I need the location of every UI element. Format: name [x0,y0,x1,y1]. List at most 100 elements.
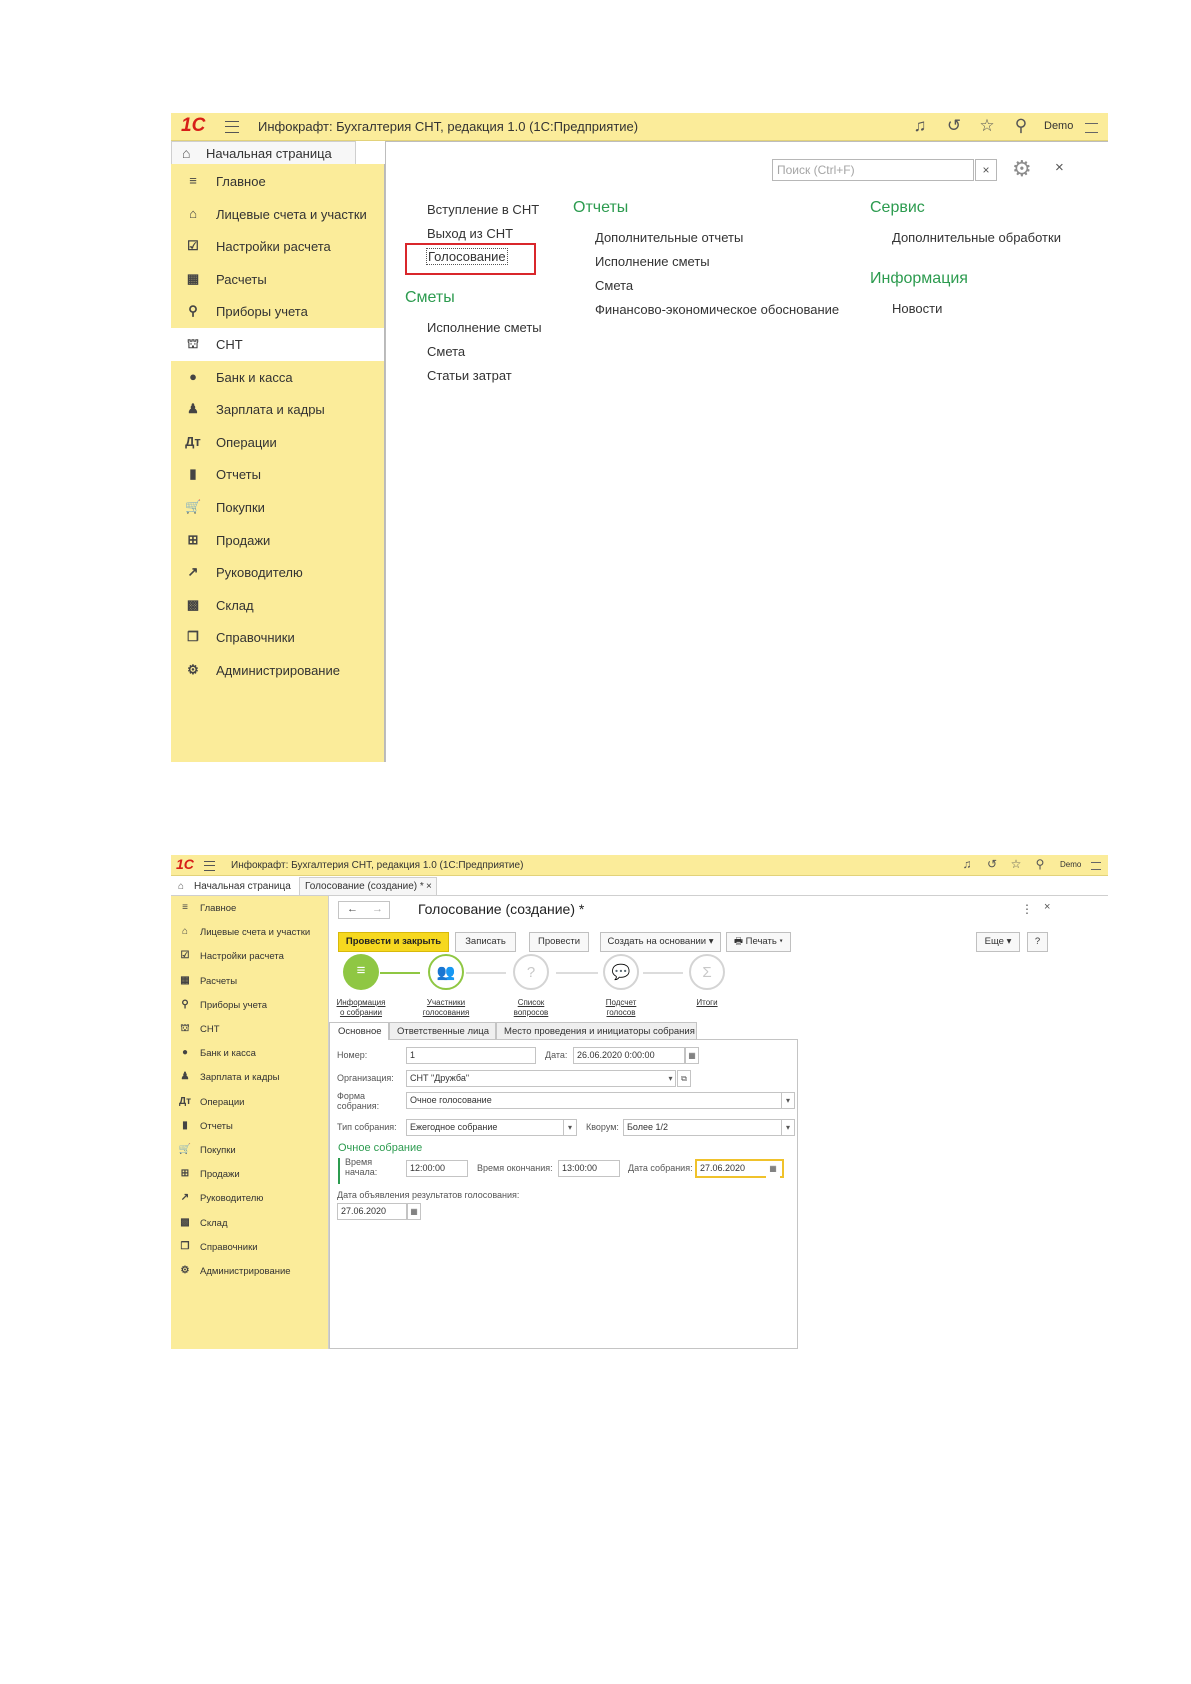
sidebar-item-3[interactable]: ▦ Расчеты [171,970,328,994]
link-dop-otchety[interactable]: Дополнительные отчеты [595,230,743,245]
dropdown-icon[interactable]: ▾ [666,1070,676,1087]
menu-icon[interactable] [1085,123,1098,133]
step-count-icon[interactable]: 💬 [603,954,639,990]
link-ispolnenie-smety[interactable]: Исполнение сметы [427,320,542,335]
print-button[interactable]: 🖶 Печать ▾ [726,932,791,952]
user-name[interactable]: Demo [1044,120,1073,132]
link-vstuplenie[interactable]: Вступление в СНТ [427,202,539,217]
dropdown-icon[interactable]: ▾ [781,1092,795,1109]
main-menu-icon[interactable] [225,121,239,133]
date-field[interactable]: 26.06.2020 0:00:00 [573,1047,685,1064]
sidebar-item-11[interactable]: ⊞ Продажи [171,1163,328,1187]
sidebar-item-6[interactable]: ● Банк и касса [171,361,384,394]
sidebar-item-8[interactable]: Дт Операции [171,1091,328,1115]
tab-place[interactable]: Место проведения и инициаторы собрания [496,1022,697,1040]
sidebar-item-13[interactable]: ▩ Склад [171,589,384,622]
step-participants-label[interactable]: Участники голосования [411,998,481,1018]
organization-field[interactable]: СНТ "Дружба" [406,1070,675,1087]
tab-voting[interactable]: Голосование (создание) * × [299,877,437,895]
end-time-field[interactable]: 13:00:00 [558,1160,620,1177]
step-count-label[interactable]: Подсчет голосов [586,998,656,1018]
user-name[interactable]: Demo [1060,860,1081,869]
sidebar-item-3[interactable]: ▦ Расчеты [171,263,384,296]
link-feo[interactable]: Финансово-экономическое обоснование [595,302,839,317]
sidebar-item-5[interactable]: ⛫ СНТ [171,1018,328,1042]
step-info-label[interactable]: Информация о собрании [326,998,396,1018]
open-icon[interactable]: ⧉ [677,1070,691,1087]
step-results-label[interactable]: Итоги [672,998,742,1008]
sidebar-item-12[interactable]: ↗ Руководителю [171,1187,328,1211]
more-icon[interactable]: ⋮ [1021,902,1033,916]
link-novosti[interactable]: Новости [892,301,942,316]
link-smeta[interactable]: Смета [427,344,465,359]
sidebar-item-4[interactable]: ⚲ Приборы учета [171,295,384,328]
search-input[interactable]: Поиск (Ctrl+F) [772,159,974,181]
close-icon[interactable]: × [1044,901,1050,913]
start-time-field[interactable]: 12:00:00 [406,1160,468,1177]
calendar-icon[interactable]: ▦ [685,1047,699,1064]
step-info-icon[interactable]: ≡ [343,954,379,990]
sidebar-item-10[interactable]: 🛒 Покупки [171,1139,328,1163]
back-arrow-icon[interactable]: ← [347,903,358,915]
post-button[interactable]: Провести [529,932,589,952]
search-icon[interactable]: ⚲ [1011,117,1031,134]
bell-icon[interactable]: ♫ [960,858,974,870]
sidebar-item-14[interactable]: ❐ Справочники [171,621,384,654]
link-report-ispolnenie-smety[interactable]: Исполнение сметы [595,254,710,269]
menu-icon[interactable] [1091,862,1101,870]
link-dop-obrabotki[interactable]: Дополнительные обработки [892,230,1061,245]
calendar-icon[interactable]: ▦ [407,1203,421,1220]
calendar-icon[interactable]: ▦ [766,1161,780,1178]
close-icon[interactable]: × [1055,159,1064,176]
sidebar-item-9[interactable]: ▮ Отчеты [171,458,384,491]
step-questions-icon[interactable]: ? [513,954,549,990]
results-date-field[interactable]: 27.06.2020 [337,1203,407,1220]
help-button[interactable]: ? [1027,932,1048,952]
sidebar-item-1[interactable]: ⌂ Лицевые счета и участки [171,198,384,231]
sidebar-item-7[interactable]: ♟ Зарплата и кадры [171,1066,328,1090]
sidebar-item-0[interactable]: ≡ Главное [171,897,328,921]
step-questions-label[interactable]: Список вопросов [496,998,566,1018]
post-and-close-button[interactable]: Провести и закрыть [338,932,449,952]
sidebar-item-5[interactable]: ⛫ СНТ [171,328,384,361]
tab-responsible[interactable]: Ответственные лица [389,1022,496,1040]
sidebar-item-2[interactable]: ☑ Настройки расчета [171,945,328,969]
search-icon[interactable]: ⚲ [1033,858,1047,870]
sidebar-item-8[interactable]: Дт Операции [171,426,384,459]
create-based-on-button[interactable]: Создать на основании ▾ [600,932,721,952]
main-menu-icon[interactable] [204,861,215,871]
tab-home[interactable]: ⌂ Начальная страница [171,141,356,164]
sidebar-item-1[interactable]: ⌂ Лицевые счета и участки [171,921,328,945]
more-button[interactable]: Еще ▾ [976,932,1020,952]
star-icon[interactable]: ☆ [977,117,997,134]
tab-home[interactable]: ⌂ Начальная страница [173,877,298,895]
sidebar-item-9[interactable]: ▮ Отчеты [171,1115,328,1139]
sidebar-item-2[interactable]: ☑ Настройки расчета [171,230,384,263]
search-clear-button[interactable]: × [975,159,997,181]
quorum-field[interactable]: Более 1/2 [623,1119,795,1136]
tab-close-icon[interactable]: × [426,881,432,892]
link-vyhod[interactable]: Выход из СНТ [427,226,513,241]
sidebar-item-15[interactable]: ⚙ Администрирование [171,1260,328,1284]
tab-osnovnoe[interactable]: Основное [329,1022,389,1040]
link-report-smeta[interactable]: Смета [595,278,633,293]
star-icon[interactable]: ☆ [1009,858,1023,870]
forward-arrow-icon[interactable]: → [372,903,383,915]
sidebar-item-12[interactable]: ↗ Руководителю [171,556,384,589]
sidebar-item-7[interactable]: ♟ Зарплата и кадры [171,393,384,426]
step-results-icon[interactable]: Σ [689,954,725,990]
dropdown-icon[interactable]: ▾ [563,1119,577,1136]
sidebar-item-6[interactable]: ● Банк и касса [171,1042,328,1066]
dropdown-icon[interactable]: ▾ [781,1119,795,1136]
sidebar-item-15[interactable]: ⚙ Администрирование [171,654,384,687]
sidebar-item-14[interactable]: ❐ Справочники [171,1236,328,1260]
sidebar-item-4[interactable]: ⚲ Приборы учета [171,994,328,1018]
number-field[interactable]: 1 [406,1047,536,1064]
settings-gear-icon[interactable]: ⚙ [1012,156,1032,182]
bell-icon[interactable]: ♫ [910,117,930,134]
step-participants-icon[interactable]: 👥 [428,954,464,990]
sidebar-item-13[interactable]: ▩ Склад [171,1212,328,1236]
form-field[interactable]: Очное голосование [406,1092,795,1109]
save-button[interactable]: Записать [455,932,516,952]
sidebar-item-0[interactable]: ≡ Главное [171,165,384,198]
